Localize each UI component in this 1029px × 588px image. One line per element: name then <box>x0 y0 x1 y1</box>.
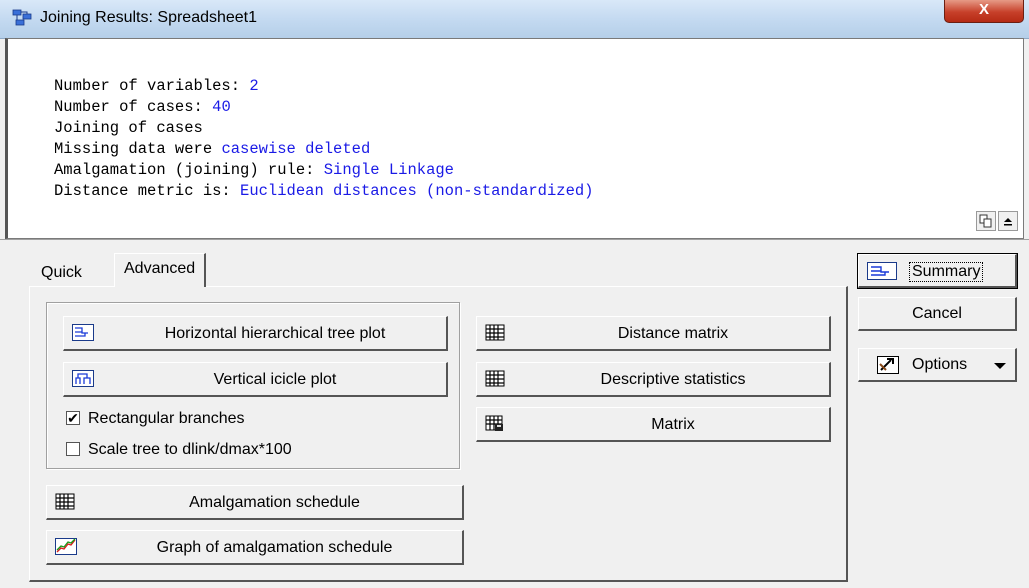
chevron-down-icon <box>994 363 1006 369</box>
app-icon <box>12 9 32 26</box>
summary-icon <box>867 262 897 280</box>
matrix-save-icon <box>485 415 503 431</box>
options-panel: Quick Advanced Horizontal hierarchical t… <box>0 239 1029 588</box>
line-graph-icon <box>55 538 77 555</box>
copy-icon <box>979 214 992 228</box>
cancel-button[interactable]: Cancel <box>858 297 1017 331</box>
title-bar: Joining Results: Spreadsheet1 X <box>0 0 1029 39</box>
matrix-grid-icon <box>485 324 505 341</box>
output-line: Joining of cases <box>54 119 203 137</box>
copy-button[interactable] <box>976 211 996 231</box>
distance-matrix-button[interactable]: Distance matrix <box>476 316 831 351</box>
checkbox-unchecked[interactable] <box>66 442 80 456</box>
horizontal-tree-plot-button[interactable]: Horizontal hierarchical tree plot <box>63 316 448 351</box>
collapse-up-icon <box>1004 218 1012 226</box>
tab-quick[interactable]: Quick <box>31 257 92 287</box>
vertical-icicle-plot-button[interactable]: Vertical icicle plot <box>63 362 448 397</box>
output-line: Distance metric is: Euclidean distances … <box>54 182 594 200</box>
summary-button[interactable]: Summary <box>857 253 1018 289</box>
results-output: Number of variables: 2 Number of cases: … <box>5 38 1024 239</box>
options-tools-icon <box>877 356 899 374</box>
horizontal-tree-icon <box>72 324 94 341</box>
graph-amalgamation-schedule-button[interactable]: Graph of amalgamation schedule <box>46 530 464 565</box>
output-line: Amalgamation (joining) rule: Single Link… <box>54 161 454 179</box>
collapse-button[interactable] <box>998 211 1018 231</box>
output-line: Number of cases: 40 <box>54 98 231 116</box>
matrix-grid-icon <box>485 370 505 387</box>
matrix-button[interactable]: Matrix <box>476 407 831 442</box>
icicle-plot-icon <box>72 370 94 387</box>
amalgamation-schedule-button[interactable]: Amalgamation schedule <box>46 485 464 520</box>
output-line: Missing data were casewise deleted <box>54 140 371 158</box>
descriptive-statistics-button[interactable]: Descriptive statistics <box>476 362 831 397</box>
output-line: Number of variables: 2 <box>54 77 259 95</box>
close-button[interactable]: X <box>944 0 1024 23</box>
tab-advanced[interactable]: Advanced <box>114 253 207 287</box>
window-title: Joining Results: Spreadsheet1 <box>40 9 258 26</box>
checkbox-checked[interactable]: ✔ <box>66 411 80 425</box>
options-button[interactable]: Options <box>858 348 1017 382</box>
matrix-grid-icon <box>55 493 75 510</box>
